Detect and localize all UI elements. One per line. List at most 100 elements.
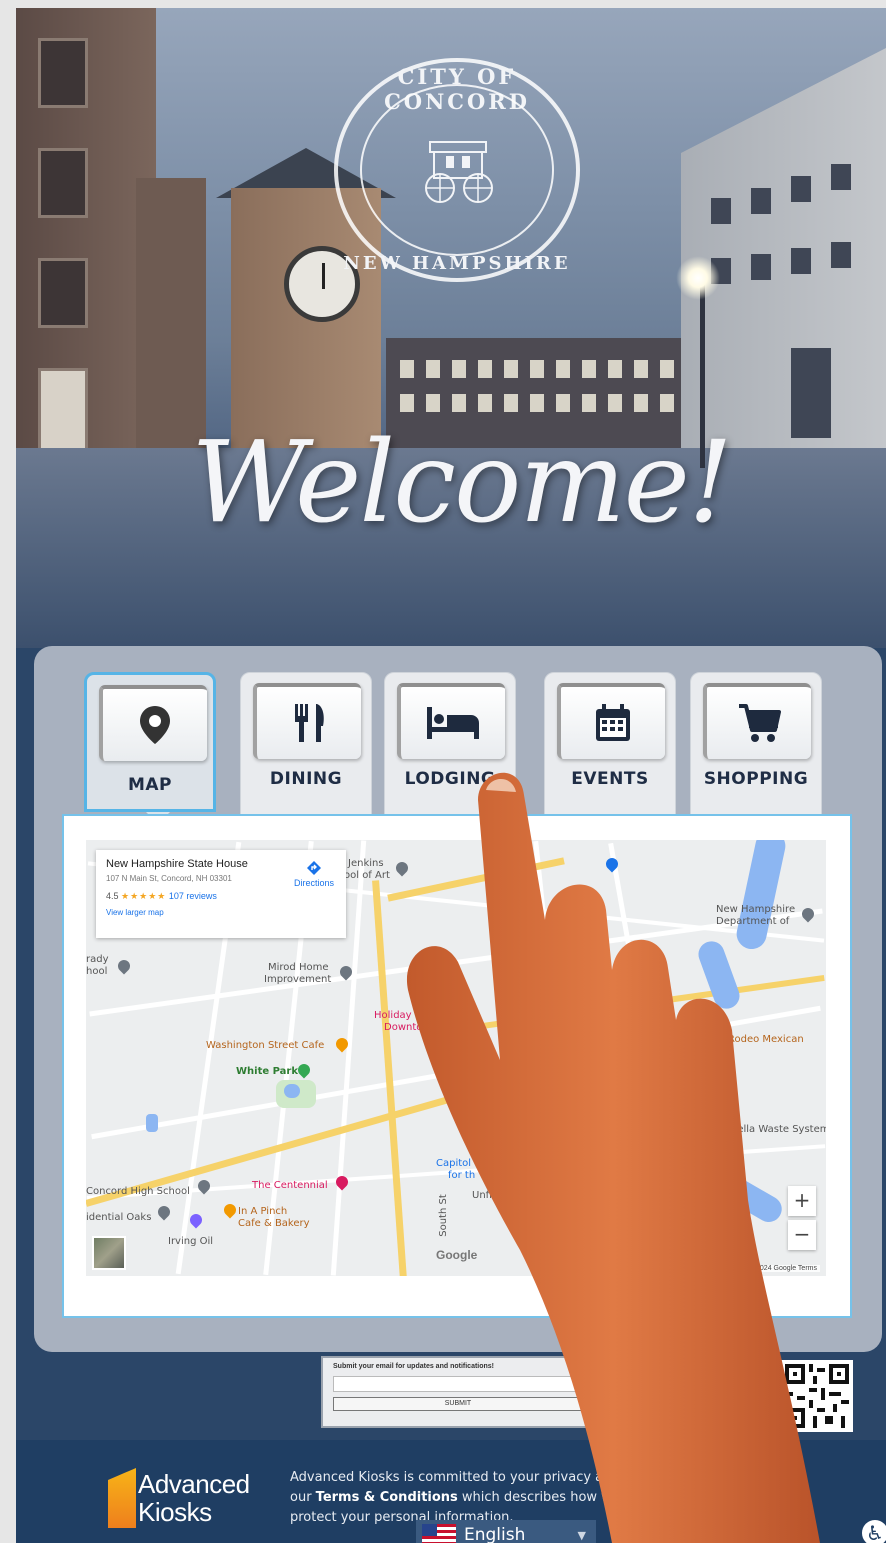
tab-lodging[interactable]: LODGING — [384, 672, 516, 818]
map-label: rady — [86, 954, 109, 965]
accessibility-icon[interactable]: ♿ — [860, 1518, 886, 1543]
advanced-kiosks-logo: Advanced Kiosks — [108, 1468, 258, 1528]
tab-label: EVENTS — [571, 769, 649, 789]
map-label: The Centennial — [252, 1180, 328, 1191]
map-label: Unfr — [472, 1190, 494, 1201]
view-larger-map-link[interactable]: View larger map — [106, 908, 336, 917]
logo-line-1: Advanced — [138, 1469, 250, 1499]
tab-label: MAP — [127, 775, 173, 795]
place-pin-icon[interactable] — [187, 1211, 205, 1229]
tab-dining[interactable]: DINING — [240, 672, 372, 818]
park-pin-icon[interactable] — [295, 1061, 313, 1079]
bakery-pin-icon[interactable] — [221, 1201, 239, 1219]
submit-button[interactable]: SUBMIT — [333, 1397, 583, 1411]
map-label: In A Pinch — [238, 1206, 288, 1217]
language-label: English — [464, 1525, 526, 1543]
logo-line-2: Kiosks — [138, 1497, 212, 1527]
rating-value: 4.5 — [106, 891, 119, 901]
place-pin-icon[interactable] — [799, 905, 817, 923]
tab-map[interactable]: MAP — [84, 672, 216, 812]
zoom-in-button[interactable]: + — [788, 1186, 816, 1216]
map-label: asella Waste Systems — [726, 1124, 826, 1135]
rating-stars-icon: ★★★★★ — [121, 891, 167, 901]
place-pin-icon[interactable] — [115, 957, 133, 975]
map-label: ool of Art — [344, 870, 390, 881]
welcome-heading: Welcome! — [191, 418, 733, 548]
privacy-line-1: Advanced Kiosks is committed to your pri… — [290, 1470, 620, 1485]
fork-knife-icon — [295, 704, 324, 742]
tab-label: LODGING — [404, 769, 496, 789]
footer: Advanced Kiosks Advanced Kiosks is commi… — [16, 1440, 886, 1543]
shopping-tab-button[interactable] — [703, 683, 811, 759]
map-tab-button[interactable] — [99, 685, 207, 761]
lodging-tab-button[interactable] — [397, 683, 505, 759]
qr-code — [781, 1360, 853, 1432]
directions-button[interactable]: Directions — [294, 860, 334, 888]
map-label: Rodeo Mexican — [728, 1034, 804, 1045]
zoom-out-button[interactable]: − — [788, 1220, 816, 1250]
map-label: for th — [448, 1170, 476, 1181]
email-signup-form: Submit your email for updates and notifi… — [321, 1356, 595, 1428]
google-map[interactable]: Jenkins ool of Art Mirod Home Improvemen… — [86, 840, 826, 1276]
events-tab-button[interactable] — [557, 683, 665, 759]
map-label: White Park — [236, 1066, 299, 1077]
bed-icon — [427, 707, 479, 739]
email-prompt: Submit your email for updates and notifi… — [333, 1363, 495, 1370]
content-panel: MAP DINING LODGING EVENTS SHOPPING Jenki… — [34, 646, 882, 1352]
privacy-notice: Advanced Kiosks is committed to your pri… — [290, 1468, 630, 1528]
map-label: Improvement — [264, 974, 332, 985]
logo-mark-icon — [108, 1468, 136, 1528]
map-label: Holiday I — [374, 1010, 418, 1021]
dining-tab-button[interactable] — [253, 683, 361, 759]
privacy-line-2: our Terms & Conditions which describes h… — [290, 1488, 630, 1508]
place-rating: 4.5 ★★★★★ 107 reviews — [106, 891, 336, 902]
map-label: New Hampshire — [716, 904, 796, 915]
map-label: Washington Street Cafe — [206, 1040, 325, 1051]
map-pin-icon — [140, 706, 170, 744]
seal-bottom-text: NEW HAMPSHIRE — [343, 253, 571, 274]
map-label: hool — [86, 966, 108, 977]
tab-label: SHOPPING — [703, 769, 809, 789]
language-selector[interactable]: English ▼ — [416, 1520, 596, 1543]
us-flag-icon — [422, 1524, 456, 1543]
tab-events[interactable]: EVENTS — [544, 672, 676, 818]
google-logo: Google — [436, 1248, 478, 1262]
map-frame: Jenkins ool of Art Mirod Home Improvemen… — [62, 814, 852, 1318]
map-label: Cafe & Bakery — [238, 1218, 310, 1229]
hero-banner: CITY OF CONCORD NEW HAMPSHIRE Welcome! — [16, 8, 886, 648]
terms-link[interactable]: Terms & Conditions — [316, 1490, 458, 1505]
map-attribution[interactable]: Map data ©2024 Google Terms — [716, 1265, 820, 1272]
calendar-icon — [596, 704, 630, 741]
building-right — [681, 48, 886, 468]
map-label: Downto — [384, 1022, 423, 1033]
seal-inner-ring — [360, 84, 554, 256]
qr-code-icon — [785, 1364, 849, 1428]
privacy-text: our — [290, 1490, 316, 1505]
directions-label: Directions — [293, 878, 334, 888]
place-pin-icon[interactable] — [155, 1203, 173, 1221]
privacy-text: which describes how we — [457, 1490, 620, 1505]
reviews-link[interactable]: 107 reviews — [169, 891, 217, 901]
satellite-toggle[interactable] — [92, 1236, 126, 1270]
street-lamp-light — [676, 256, 720, 300]
map-label: Irving Oil — [168, 1236, 214, 1247]
map-label: Concord High School — [86, 1186, 190, 1197]
map-label: Capitol — [436, 1158, 472, 1169]
logo-text: Advanced Kiosks — [138, 1470, 250, 1526]
tab-shopping[interactable]: SHOPPING — [690, 672, 822, 818]
map-label: Mirod Home — [268, 962, 329, 973]
city-seal: CITY OF CONCORD NEW HAMPSHIRE — [334, 58, 580, 282]
map-label: South St — [437, 1194, 449, 1237]
map-label: Jenkins — [348, 858, 384, 869]
tab-label: DINING — [269, 769, 343, 789]
place-pin-icon[interactable] — [393, 859, 411, 877]
chevron-down-icon: ▼ — [577, 1528, 586, 1542]
place-info-card: New Hampshire State House 107 N Main St,… — [96, 850, 346, 938]
shopping-cart-icon — [739, 704, 781, 742]
email-input[interactable] — [333, 1376, 583, 1392]
kiosk-screen: CITY OF CONCORD NEW HAMPSHIRE Welcome! M… — [16, 8, 886, 1543]
stagecoach-icon — [425, 141, 493, 203]
directions-icon — [306, 861, 321, 875]
map-label: Department of — [716, 916, 790, 927]
map-label: idential Oaks — [86, 1212, 152, 1223]
